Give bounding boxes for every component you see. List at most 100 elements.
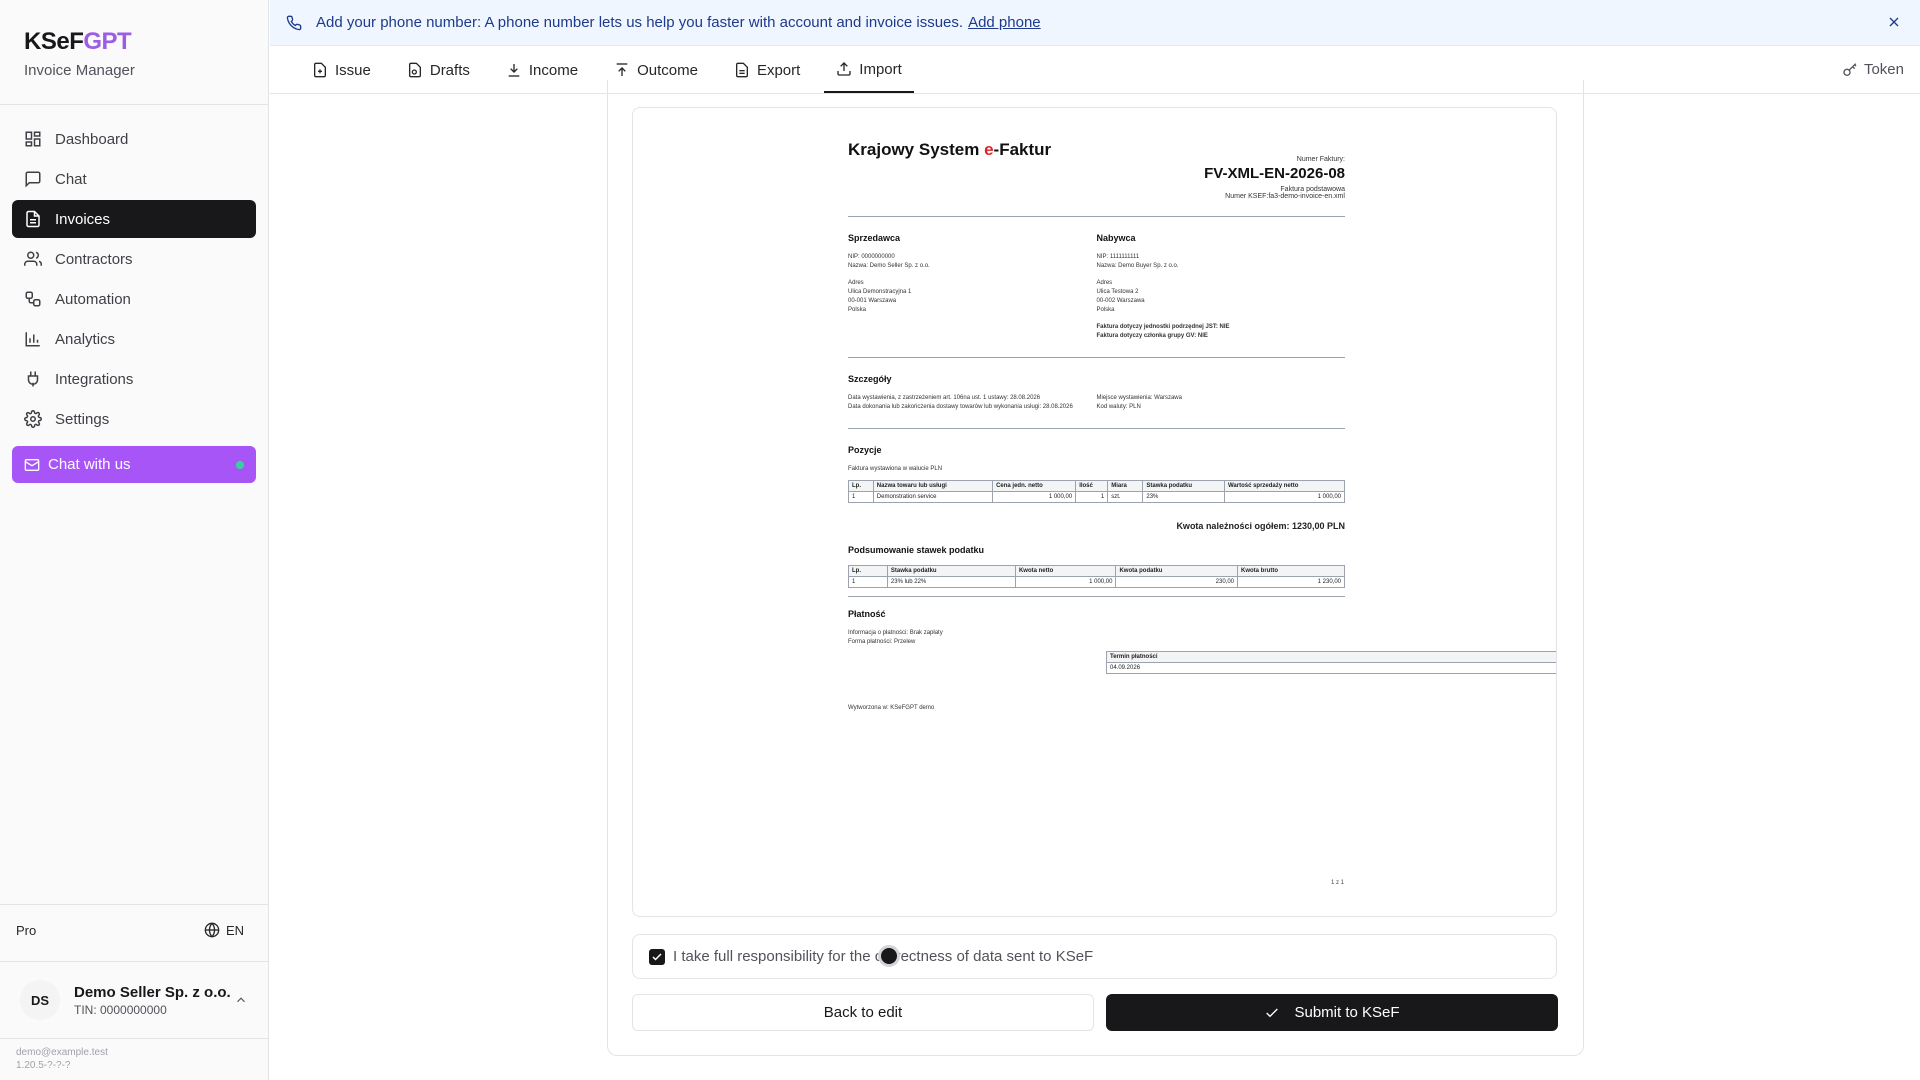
download-icon: [508, 64, 520, 77]
column-header: Cena jedn. netto: [992, 480, 1077, 492]
sidebar-item-dashboard[interactable]: Dashboard: [12, 120, 256, 158]
gear-icon: [24, 410, 42, 428]
sidebar-item-label: Settings: [55, 410, 110, 428]
column-header: Miara: [1107, 480, 1144, 492]
footer-email: demo@example.test: [16, 1047, 108, 1058]
table-cell: 1 000,00: [992, 491, 1077, 503]
token-label: Token: [1863, 61, 1904, 78]
account-tin: TIN: 0000000000: [74, 1002, 167, 1017]
parties: Sprzedawca NIP: 0000000000 Nazwa: Demo S…: [848, 233, 1345, 341]
back-to-edit-button[interactable]: Back to edit: [632, 994, 1094, 1031]
token-button[interactable]: Token: [1842, 61, 1904, 78]
column-header: Kwota podatku: [1115, 565, 1239, 577]
sidebar-item-automation[interactable]: Automation: [12, 280, 256, 318]
tab-label: Export: [756, 61, 801, 79]
submit-label: Submit to KSeF: [1294, 1004, 1400, 1021]
seller-address-label: Adres: [848, 280, 864, 286]
positions-table: Lp. Nazwa towaru lub usługi Cena jedn. n…: [848, 480, 1346, 503]
column-header: Termin płatności: [1106, 651, 1556, 663]
account-name: Demo Seller Sp. z o.o.: [74, 983, 231, 1001]
details-block: Data wystawienia, z zastrzeżeniem art. 1…: [848, 394, 1345, 412]
payment-heading: Płatność: [848, 609, 886, 619]
tab-label: Outcome: [637, 61, 698, 79]
tab-income[interactable]: Income: [494, 47, 590, 93]
column-header: Kwota netto: [1014, 565, 1117, 577]
seller-name: Nazwa: Demo Seller Sp. z o.o.: [848, 263, 930, 269]
phone-icon: [286, 15, 302, 30]
sidebar-item-contractors[interactable]: Contractors: [12, 240, 256, 278]
table-cell: 1 230,00: [1237, 576, 1345, 588]
account-switcher[interactable]: DS Demo Seller Sp. z o.o. TIN: 000000000…: [8, 972, 260, 1028]
delivery-date: Data dokonania lub zakończenia dostawy t…: [848, 404, 1073, 410]
table-cell: 1: [1075, 491, 1109, 503]
table-row: 1 Demonstration service 1 000,00 1 szt. …: [848, 491, 1346, 503]
sidebar-item-label: Contractors: [55, 250, 133, 268]
online-status-dot: [236, 461, 244, 469]
divider: [848, 357, 1345, 358]
tax-summary-heading: Podsumowanie stawek podatku: [848, 545, 985, 555]
tab-label: Issue: [335, 61, 371, 79]
submit-to-ksef-button[interactable]: Submit to KSeF: [1106, 994, 1558, 1031]
key-icon: [1843, 62, 1857, 76]
app-logo[interactable]: KSeFGPT: [24, 28, 135, 56]
sidebar-item-integrations[interactable]: Integrations: [12, 360, 256, 398]
close-icon[interactable]: [1886, 14, 1902, 30]
buyer-nip: NIP: 1111111111: [1096, 254, 1140, 260]
table-cell: 1: [848, 491, 874, 503]
language-selector[interactable]: EN: [204, 922, 244, 938]
column-header: Stawka podatku: [1142, 480, 1225, 492]
table-row: 1 23% lub 22% 1 000,00 230,00 1 230,00: [848, 576, 1345, 588]
plan-row: Pro EN: [16, 922, 244, 938]
table-header-row: Lp. Nazwa towaru lub usługi Cena jedn. n…: [848, 480, 1346, 492]
sidebar-item-invoices[interactable]: Invoices: [12, 200, 256, 238]
chat-with-us-button[interactable]: Chat with us: [12, 446, 256, 483]
invoice-icon: [26, 210, 40, 228]
column-header: Kwota brutto: [1237, 565, 1345, 577]
divider: [848, 596, 1345, 597]
sidebar-item-analytics[interactable]: Analytics: [12, 320, 256, 358]
add-phone-link[interactable]: Add phone: [968, 14, 1041, 31]
divider: [0, 104, 269, 105]
buyer-address-line: Polska: [1096, 307, 1115, 313]
sidebar-nav: Dashboard Chat Invoices Contractors Auto…: [12, 120, 256, 483]
users-icon: [24, 251, 42, 266]
invoice-preview[interactable]: Krajowy System e-Faktur Numer Faktury: F…: [632, 107, 1557, 917]
tab-label: Import: [859, 60, 902, 78]
mail-icon: [24, 458, 40, 471]
globe-icon: [204, 922, 220, 938]
table-cell: 1 000,00: [1014, 576, 1117, 588]
seller-heading: Sprzedawca: [848, 233, 901, 243]
invoice-meta: Numer Faktury: FV-XML-EN-2026-08 Faktura…: [848, 156, 1345, 200]
file-text-icon: [735, 62, 748, 78]
phone-banner: Add your phone number: A phone number le…: [270, 0, 1920, 46]
table-cell: 23%: [1142, 491, 1225, 503]
sidebar-item-label: Chat: [55, 170, 87, 188]
responsibility-checkbox[interactable]: [649, 948, 665, 965]
seller-nip: NIP: 0000000000: [848, 254, 895, 260]
seller-address-line: 00-001 Warszawa: [848, 298, 897, 304]
table-cell: 04.09.2026: [1106, 662, 1556, 674]
column-header: Nazwa towaru lub usługi: [872, 480, 994, 492]
workflow-icon: [25, 291, 41, 307]
invoice-number: FV-XML-EN-2026-08: [1204, 165, 1345, 182]
tab-drafts[interactable]: Drafts: [395, 47, 482, 93]
invoice-page: Krajowy System e-Faktur Numer Faktury: F…: [848, 140, 1556, 713]
bar-chart-icon: [25, 332, 40, 347]
language-label: EN: [225, 922, 244, 938]
created-by: Wytworzona w: KSeFGPT demo: [848, 705, 935, 711]
table-cell: Demonstration service: [872, 491, 994, 503]
currency-code: Kod waluty: PLN: [1096, 404, 1141, 410]
table-header-row: Lp. Stawka podatku Kwota netto Kwota pod…: [848, 565, 1345, 577]
responsibility-confirm: I take full responsibility for the corre…: [632, 934, 1557, 979]
upload-icon: [837, 62, 851, 76]
issue-date: Data wystawienia, z zastrzeżeniem art. 1…: [848, 395, 1041, 401]
buyer-address-line: 00-002 Warszawa: [1096, 298, 1145, 304]
ksef-number: Numer KSEF:fa3-demo-invoice-en.xml: [1225, 193, 1345, 200]
tab-issue[interactable]: Issue: [300, 47, 383, 93]
buyer-address-label: Adres: [1096, 280, 1113, 286]
table-cell: 23% lub 22%: [886, 576, 1016, 588]
invoice-total: Kwota należności ogółem: 1230,00 PLN: [1176, 521, 1345, 531]
table-cell: 1 000,00: [1223, 491, 1346, 503]
sidebar-item-chat[interactable]: Chat: [12, 160, 256, 198]
sidebar-item-settings[interactable]: Settings: [12, 400, 256, 438]
